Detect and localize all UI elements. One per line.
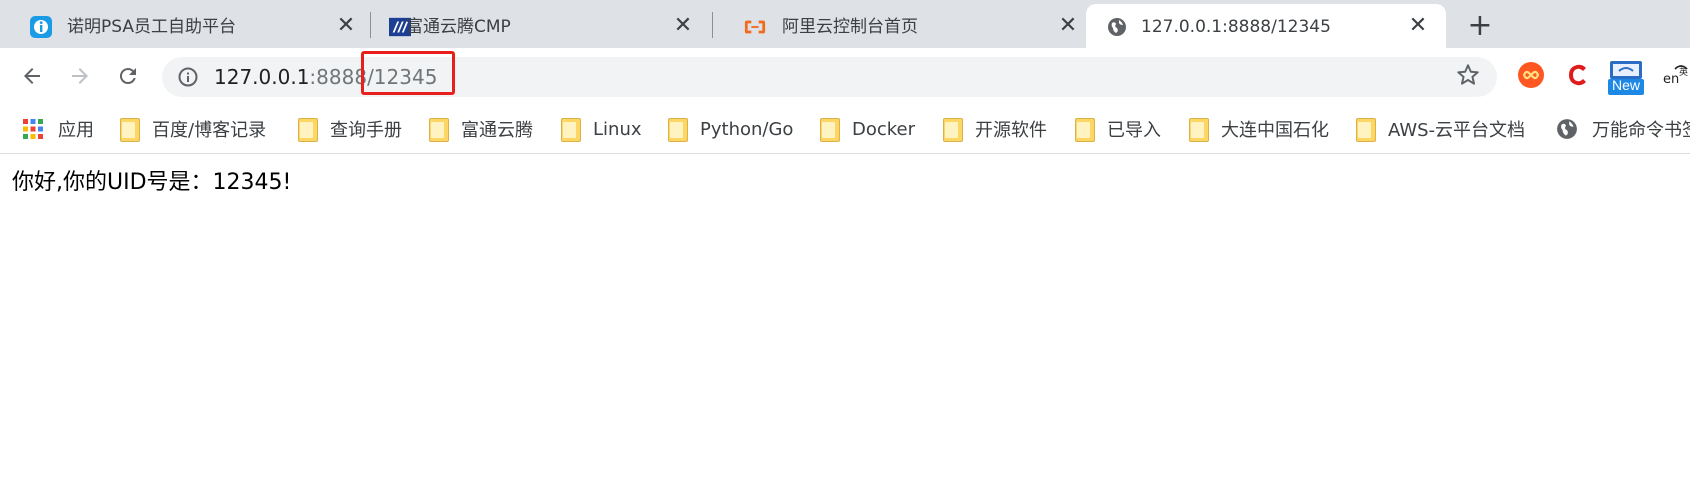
forward-button[interactable] (64, 60, 96, 92)
tab-localhost[interactable]: 127.0.0.1:8888/12345 ✕ (1086, 4, 1446, 48)
annotation-highlight-box (361, 51, 455, 95)
c-extension-icon[interactable] (1563, 60, 1593, 90)
info-badge-icon (30, 16, 52, 38)
new-badge-label: New (1611, 77, 1640, 93)
bookmarks-bar: 应用 百度/博客记录 查询手册 富通云腾 Linux Python/Go Doc… (0, 104, 1690, 154)
translate-extension-icon[interactable]: en 英 (1660, 60, 1690, 90)
back-button[interactable] (16, 60, 48, 92)
url-host: 127.0.0.1 (214, 65, 310, 89)
close-icon[interactable]: ✕ (1056, 14, 1080, 38)
svg-text:en: en (1663, 72, 1679, 87)
arrow-left-icon (24, 68, 40, 84)
bookmark-label: 应用 (58, 120, 94, 141)
folder-icon (561, 118, 581, 142)
folder-icon (120, 118, 140, 142)
folder-icon (943, 118, 963, 142)
folder-icon (668, 118, 688, 142)
reload-button[interactable] (112, 60, 144, 92)
close-icon[interactable]: ✕ (1406, 14, 1430, 38)
folder-icon (1075, 118, 1095, 142)
bookmark-label: Docker (852, 118, 916, 140)
folder-icon (820, 118, 840, 142)
new-tab-button[interactable]: + (1464, 10, 1496, 42)
bookmark-label: 万能命令书签 (1592, 120, 1690, 141)
tab-divider (712, 12, 713, 38)
tab-aliyun[interactable]: 阿里云控制台首页 ✕ (722, 4, 1077, 48)
toolbar: 127.0.0.1:8888/12345 (0, 48, 1690, 104)
folder-icon (298, 118, 318, 142)
bookmark-label: 查询手册 (330, 120, 402, 141)
folder-icon (1189, 118, 1209, 142)
bookmark-label: AWS-云平台文档 (1388, 120, 1526, 141)
bookmark-folder[interactable]: Python/Go (668, 114, 793, 144)
bookmark-label: 大连中国石化 (1221, 120, 1329, 141)
bookmark-label: 开源软件 (975, 120, 1047, 141)
reload-icon (119, 68, 136, 85)
svg-text:英: 英 (1679, 66, 1688, 78)
bookmark-folder[interactable]: 富通云腾 (429, 114, 533, 144)
close-icon[interactable]: ✕ (671, 14, 695, 38)
url-port: :8888 (309, 65, 368, 89)
aliyun-logo-icon (744, 16, 766, 38)
bookmark-label: 富通云腾 (461, 120, 533, 141)
bookmark-folder[interactable]: 开源软件 (943, 114, 1047, 144)
tab-cmp[interactable]: 富通云腾CMP ✕ (371, 4, 709, 48)
bookmark-folder[interactable]: AWS-云平台文档 (1356, 114, 1525, 144)
close-icon[interactable]: ✕ (334, 14, 358, 38)
bookmark-folder[interactable]: 查询手册 (298, 114, 402, 144)
new-badge-extension[interactable]: New (1606, 58, 1646, 96)
bookmark-folder[interactable]: 已导入 (1075, 114, 1161, 144)
tab-title: 富通云腾CMP (406, 17, 511, 37)
page-message: 你好,你的UID号是：12345! (12, 170, 292, 195)
folder-icon (1356, 118, 1376, 142)
bookmark-folder[interactable]: Docker (820, 114, 915, 144)
bookmark-star-icon[interactable] (1455, 62, 1481, 88)
bookmark-folder[interactable]: Linux (561, 114, 642, 144)
infinity-extension-icon[interactable] (1516, 60, 1546, 90)
arrow-right-icon (72, 68, 88, 84)
tab-psa[interactable]: 诺明PSA员工自助平台 ✕ (12, 4, 355, 48)
apps-grid-icon (23, 119, 43, 139)
info-icon[interactable] (178, 67, 198, 87)
bookmark-label: Linux (593, 118, 642, 140)
bookmark-label: Python/Go (700, 118, 794, 140)
tab-title: 阿里云控制台首页 (782, 17, 918, 37)
folder-icon (429, 118, 449, 142)
bookmark-apps[interactable]: 应用 (22, 114, 94, 144)
bookmark-label: 已导入 (1107, 120, 1161, 141)
bookmark-link[interactable]: 万能命令书签 (1556, 114, 1690, 144)
bookmark-label: 百度/博客记录 (152, 120, 267, 141)
tab-title: 127.0.0.1:8888/12345 (1141, 17, 1331, 37)
tab-title: 诺明PSA员工自助平台 (67, 17, 236, 37)
bookmark-folder[interactable]: 大连中国石化 (1189, 114, 1329, 144)
tab-strip: 诺明PSA员工自助平台 ✕ 富通云腾CMP ✕ 阿里云控制台首页 ✕ 127.0… (0, 0, 1690, 48)
bookmark-folder[interactable]: 百度/博客记录 (120, 114, 266, 144)
globe-icon (1557, 119, 1577, 139)
globe-icon (1106, 16, 1128, 38)
